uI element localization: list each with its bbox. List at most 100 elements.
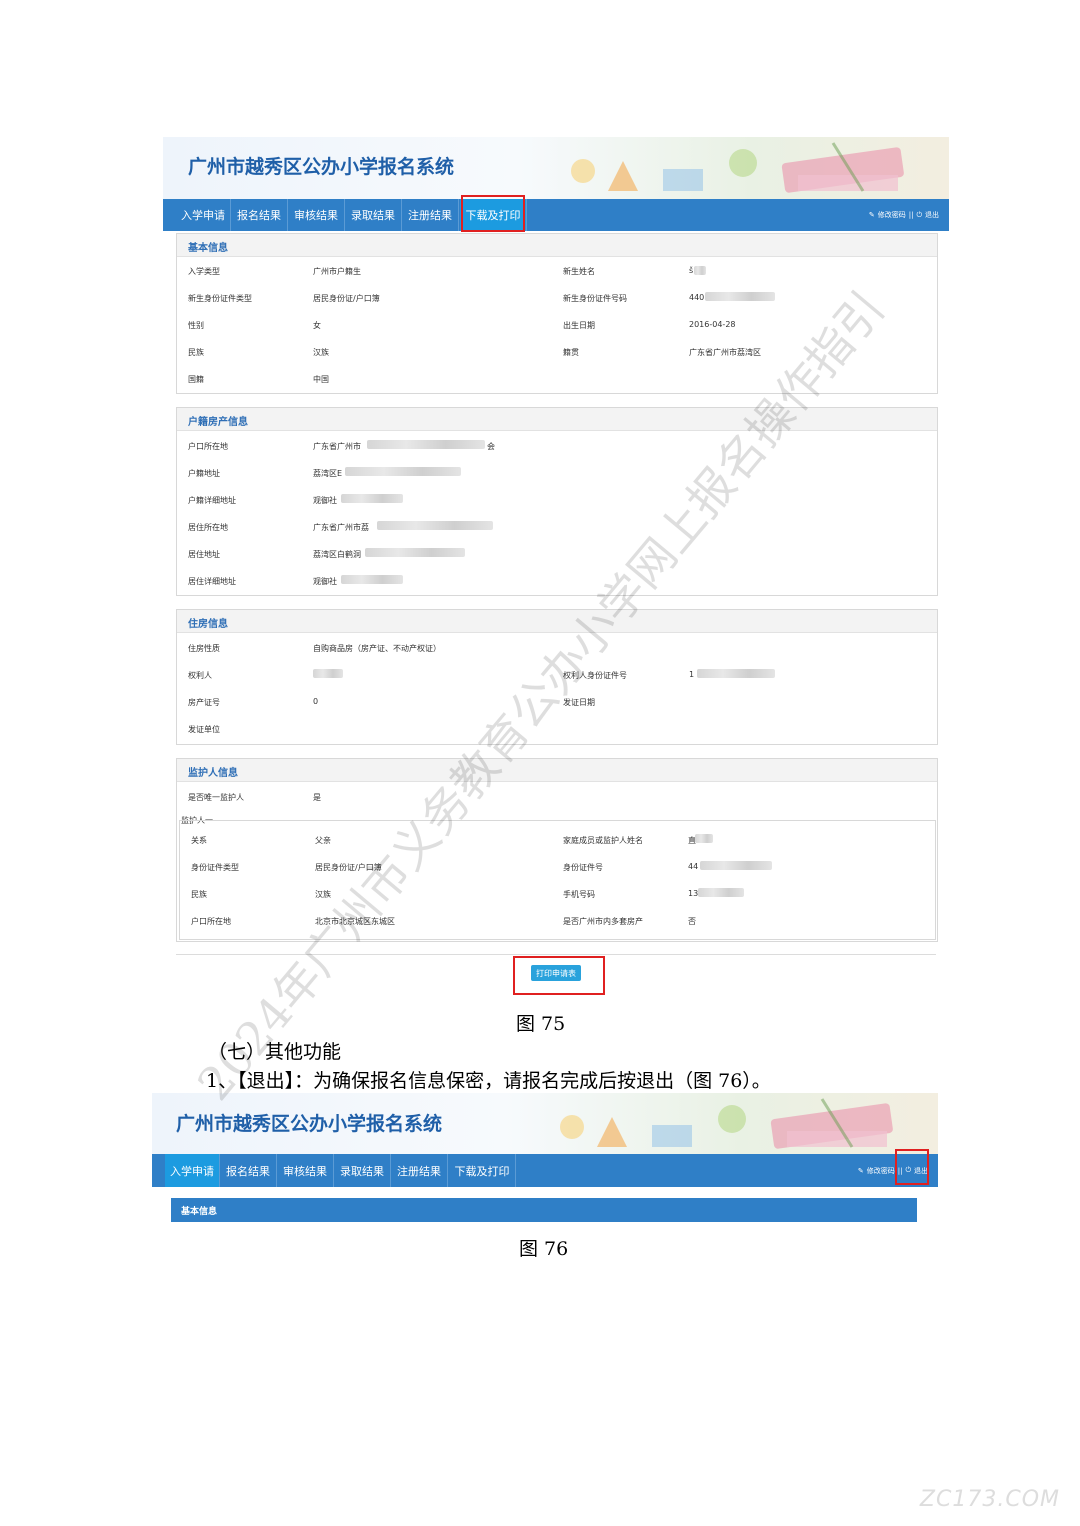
tab-admission-result[interactable]: 录取结果 [334,1154,391,1187]
field-label: 房产证号 [188,698,220,707]
field-value: š [689,266,694,275]
highlight-logout [895,1149,929,1185]
tab-registration-result[interactable]: 报名结果 [231,199,288,231]
field-value: 汉族 [313,348,329,357]
tab-review-result[interactable]: 审核结果 [288,199,345,231]
field-label: 居住详细地址 [188,577,236,586]
field-label: 发证单位 [188,725,220,734]
redacted-value [341,575,403,584]
app-title: 广州市越秀区公办小学报名系统 [176,1113,443,1135]
panel-title: 户籍房产信息 [188,417,248,428]
field-label: 居住所在地 [188,523,228,532]
redacted-value [700,861,772,870]
redacted-value [345,467,461,476]
field-label: 入学类型 [188,267,220,276]
top-nav: 入学申请 报名结果 审核结果 录取结果 注册结果 下载及打印 ✎ 修改密码 ||… [163,199,949,231]
field-value: 居民身份证/户口簿 [313,294,380,303]
field-label: 户口所在地 [191,917,231,926]
guardian-info-panel: 监护人信息 是否唯一监护人 是 监护人一 关系 父亲 家庭成员或监护人姓名 直 … [176,758,938,942]
field-value: 广东省广州市 [313,442,361,451]
logout-link[interactable]: 退出 [925,210,939,220]
redacted-value [694,266,706,275]
field-label: 出生日期 [563,321,595,330]
nav-right-actions: ✎ 修改密码 || ⏻ 退出 [869,199,939,231]
figure-75-screenshot: 广州市越秀区公办小学报名系统 入学申请 报名结果 审核结果 录取结果 注册结果 … [163,137,949,999]
field-value: 观御社 [313,496,337,505]
redacted-value [377,521,493,530]
site-logo: ZC173.COM [919,1487,1060,1512]
redacted-value [367,440,485,449]
tab-enrollment-result[interactable]: 注册结果 [402,199,459,231]
app-title: 广州市越秀区公办小学报名系统 [188,156,455,178]
field-label: 民族 [191,890,207,899]
field-value: 2016-04-28 [689,320,736,329]
field-label: 关系 [191,836,207,845]
change-password-link[interactable]: 修改密码 [867,1166,895,1176]
field-label: 户口所在地 [188,442,228,451]
pencil-icon: ✎ [857,1166,864,1175]
banner-illustration-icon [571,142,904,193]
field-value: 广东省广州市荔湾区 [689,348,761,357]
panel-header: 监护人信息 [177,759,937,782]
change-password-link[interactable]: 修改密码 [878,210,906,220]
redacted-value [313,669,343,678]
tab-review-result[interactable]: 审核结果 [277,1154,334,1187]
field-label: 身份证件类型 [191,863,239,872]
tab-registration-result[interactable]: 报名结果 [220,1154,277,1187]
tab-apply[interactable]: 入学申请 [176,199,231,231]
field-value: 否 [688,917,696,926]
redacted-value [705,292,775,301]
field-label: 新生身份证件号码 [563,294,627,303]
field-value: 1 [689,670,695,679]
field-value: 44 [688,862,699,871]
field-value: 广东省广州市荔 [313,523,369,532]
field-value: 父亲 [315,836,331,845]
tab-download-print[interactable]: 下载及打印 [449,1154,516,1187]
redacted-value [341,494,403,503]
redacted-value [695,834,713,843]
household-property-panel: 户籍房产信息 户口所在地 广东省广州市 会 户籍地址 荔湾区E 户籍详细地址 观… [176,407,938,596]
figure-75-caption: 图 75 [516,1013,566,1035]
field-value: 中国 [313,375,329,384]
field-label: 居住地址 [188,550,220,559]
panel-header: 户籍房产信息 [177,408,937,431]
field-label: 籍贯 [563,348,579,357]
figure-76-screenshot: 广州市越秀区公办小学报名系统 入学申请 报名结果 审核结果 录取结果 注册结果 … [152,1093,938,1228]
field-value: 会 [487,442,495,451]
header-banner: 广州市越秀区公办小学报名系统 [163,137,949,199]
field-label: 权利人 [188,671,212,680]
highlight-download-print [461,195,525,232]
panel-header: 基本信息 [177,234,937,257]
field-value: 0 [313,697,319,706]
field-value: 观御社 [313,577,337,586]
banner-illustration-icon [560,1098,893,1149]
tab-apply[interactable]: 入学申请 [165,1154,220,1187]
field-label: 户籍详细地址 [188,496,236,505]
field-label: 手机号码 [563,890,595,899]
field-label: 家庭成员或监护人姓名 [563,836,643,845]
field-value: 是 [313,793,321,802]
tab-admission-result[interactable]: 录取结果 [345,199,402,231]
redacted-value [698,888,744,897]
field-label: 是否唯一监护人 [188,793,244,802]
field-value: 440 [689,293,705,302]
tab-enrollment-result[interactable]: 注册结果 [391,1154,448,1187]
pencil-icon: ✎ [868,211,875,219]
logout-instruction: 1、【退出】：为确保报名信息保密，请报名完成后按退出（图 76）。 [206,1070,771,1092]
basic-info-bar: 基本信息 [171,1198,917,1222]
guardian-one-box: 关系 父亲 家庭成员或监护人姓名 直 身份证件类型 居民身份证/户口簿 身份证件… [179,820,936,940]
field-label: 身份证件号 [563,863,603,872]
nav-separator: || [908,211,914,219]
field-label: 户籍地址 [188,469,220,478]
top-nav: 入学申请 报名结果 审核结果 录取结果 注册结果 下载及打印 ✎ 修改密码 ||… [152,1154,938,1187]
redacted-value [365,548,465,557]
field-label: 新生姓名 [563,267,595,276]
field-value: 女 [313,321,321,330]
highlight-print-button [513,956,605,995]
field-value: 13 [688,889,699,898]
power-icon: ⏻ [916,210,922,219]
field-value: 广州市户籍生 [313,267,361,276]
field-label: 是否广州市内多套房产 [563,917,643,926]
field-value: 自购商品房（房产证、不动产权证） [313,644,441,653]
redacted-value [697,669,775,678]
